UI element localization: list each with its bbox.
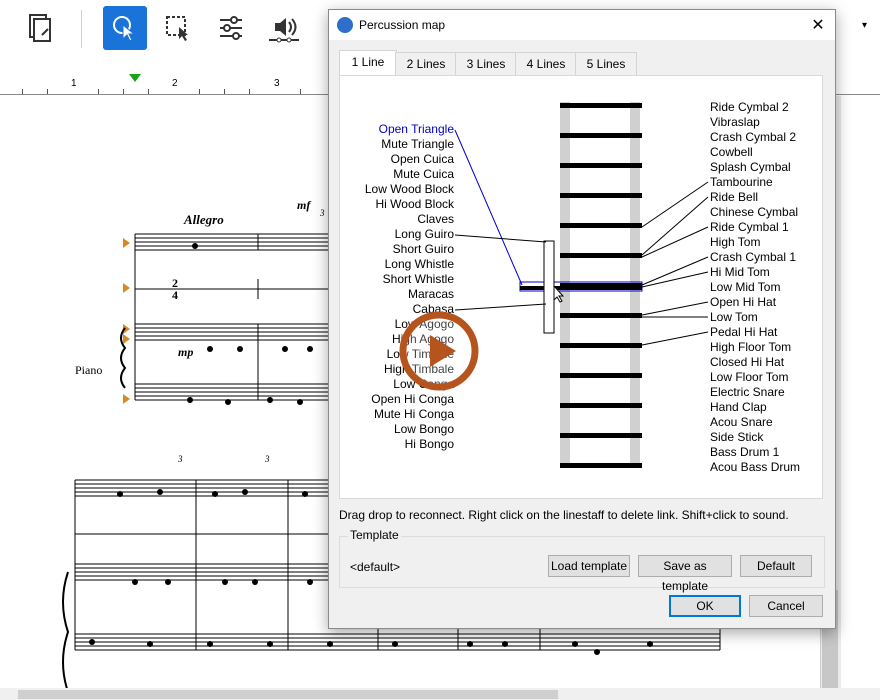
horizontal-scrollbar-thumb[interactable] <box>18 690 558 699</box>
list-item[interactable]: Low Bongo <box>365 422 454 437</box>
select-cursor-icon[interactable] <box>103 6 147 50</box>
dialog-title: Percussion map <box>359 18 446 32</box>
list-item[interactable]: Ride Bell <box>710 190 800 205</box>
ruler-number: 1 <box>71 78 77 89</box>
list-item[interactable]: Chinese Cymbal <box>710 205 800 220</box>
chevron-down-icon[interactable]: ▾ <box>862 20 867 31</box>
tab-1-line[interactable]: 1 Line <box>339 50 397 76</box>
template-group-label: Template <box>348 528 401 542</box>
ruler-number: 3 <box>274 78 280 89</box>
list-item[interactable]: Ride Cymbal 2 <box>710 100 800 115</box>
list-item[interactable]: Crash Cymbal 1 <box>710 250 800 265</box>
list-item[interactable]: Hi Bongo <box>365 437 454 452</box>
list-item[interactable]: Claves <box>365 212 454 227</box>
list-item[interactable]: Long Guiro <box>365 227 454 242</box>
list-item[interactable]: Low Tom <box>710 310 800 325</box>
tab-4-lines[interactable]: 4 Lines <box>515 52 577 75</box>
default-button[interactable]: Default <box>740 555 812 577</box>
save-as-template-button[interactable]: Save as template <box>638 555 732 593</box>
list-item[interactable]: Open Cuica <box>365 152 454 167</box>
list-item[interactable]: Low Wood Block <box>365 182 454 197</box>
close-button[interactable]: ✕ <box>805 13 831 37</box>
list-item[interactable]: Splash Cymbal <box>710 160 800 175</box>
list-item[interactable]: Long Whistle <box>365 257 454 272</box>
list-item[interactable]: Mute Hi Conga <box>365 407 454 422</box>
list-item[interactable]: Short Guiro <box>365 242 454 257</box>
list-item[interactable]: Bass Drum 1 <box>710 445 800 460</box>
list-item[interactable]: Ride Cymbal 1 <box>710 220 800 235</box>
list-item[interactable]: Vibraslap <box>710 115 800 130</box>
list-item[interactable]: Open Triangle <box>365 122 454 137</box>
list-item[interactable]: Crash Cymbal 2 <box>710 130 800 145</box>
dynamic-mp[interactable]: mp <box>178 345 193 360</box>
triplet-number: 3 <box>320 208 325 218</box>
template-group: Template <default> Load template Save as… <box>339 528 825 593</box>
list-item[interactable]: Hand Clap <box>710 400 800 415</box>
list-item[interactable]: Low Floor Tom <box>710 370 800 385</box>
tempo-marking[interactable]: Allegro <box>184 212 224 228</box>
load-template-button[interactable]: Load template <box>548 555 630 577</box>
cancel-button[interactable]: Cancel <box>749 595 823 617</box>
speaker-icon[interactable] <box>262 6 306 50</box>
dialog-titlebar[interactable]: Percussion map ✕ <box>329 10 835 40</box>
list-item[interactable]: Electric Snare <box>710 385 800 400</box>
dynamic-mf[interactable]: mf <box>297 198 310 213</box>
list-item[interactable]: Mute Cuica <box>365 167 454 182</box>
hint-text: Drag drop to reconnect. Right click on t… <box>339 508 789 522</box>
list-item[interactable]: Short Whistle <box>365 272 454 287</box>
marquee-select-icon[interactable] <box>156 6 200 50</box>
tab-2-lines[interactable]: 2 Lines <box>395 52 457 75</box>
app-icon <box>337 17 353 33</box>
document-icon[interactable] <box>18 6 62 50</box>
list-item[interactable]: Hi Wood Block <box>365 197 454 212</box>
list-item[interactable]: Low Mid Tom <box>710 280 800 295</box>
list-item[interactable]: Closed Hi Hat <box>710 355 800 370</box>
ruler-number: 2 <box>172 78 178 89</box>
tab-5-lines[interactable]: 5 Lines <box>575 52 637 75</box>
list-item[interactable]: Mute Triangle <box>365 137 454 152</box>
toolbar-separator <box>81 10 82 48</box>
list-item[interactable]: Maracas <box>365 287 454 302</box>
list-item[interactable]: High Tom <box>710 235 800 250</box>
list-item[interactable]: High Floor Tom <box>710 340 800 355</box>
list-item[interactable]: Pedal Hi Hat <box>710 325 800 340</box>
left-instrument-list: Open Triangle Mute Triangle Open Cuica M… <box>365 122 454 452</box>
list-item[interactable]: Side Stick <box>710 430 800 445</box>
ok-button[interactable]: OK <box>669 595 741 617</box>
right-instrument-list: Ride Cymbal 2 Vibraslap Crash Cymbal 2 C… <box>710 100 800 475</box>
indent-marker-icon[interactable] <box>129 74 141 82</box>
list-item[interactable]: Tambourine <box>710 175 800 190</box>
mapping-panel: Open Triangle Mute Triangle Open Cuica M… <box>339 75 823 499</box>
list-item[interactable]: Open Hi Conga <box>365 392 454 407</box>
triplet-number: 3 <box>178 454 183 464</box>
template-value: <default> <box>350 560 401 574</box>
tab-3-lines[interactable]: 3 Lines <box>455 52 517 75</box>
side-panel <box>840 96 880 688</box>
list-item[interactable]: Acou Snare <box>710 415 800 430</box>
list-item[interactable]: Hi Mid Tom <box>710 265 800 280</box>
triplet-number: 3 <box>265 454 270 464</box>
list-item[interactable]: Cowbell <box>710 145 800 160</box>
instrument-name[interactable]: Piano <box>75 363 102 378</box>
list-item[interactable]: Open Hi Hat <box>710 295 800 310</box>
time-signature-bottom: 4 <box>172 288 178 302</box>
sliders-icon[interactable] <box>209 6 253 50</box>
list-item[interactable]: Acou Bass Drum <box>710 460 800 475</box>
play-icon[interactable] <box>399 311 479 391</box>
